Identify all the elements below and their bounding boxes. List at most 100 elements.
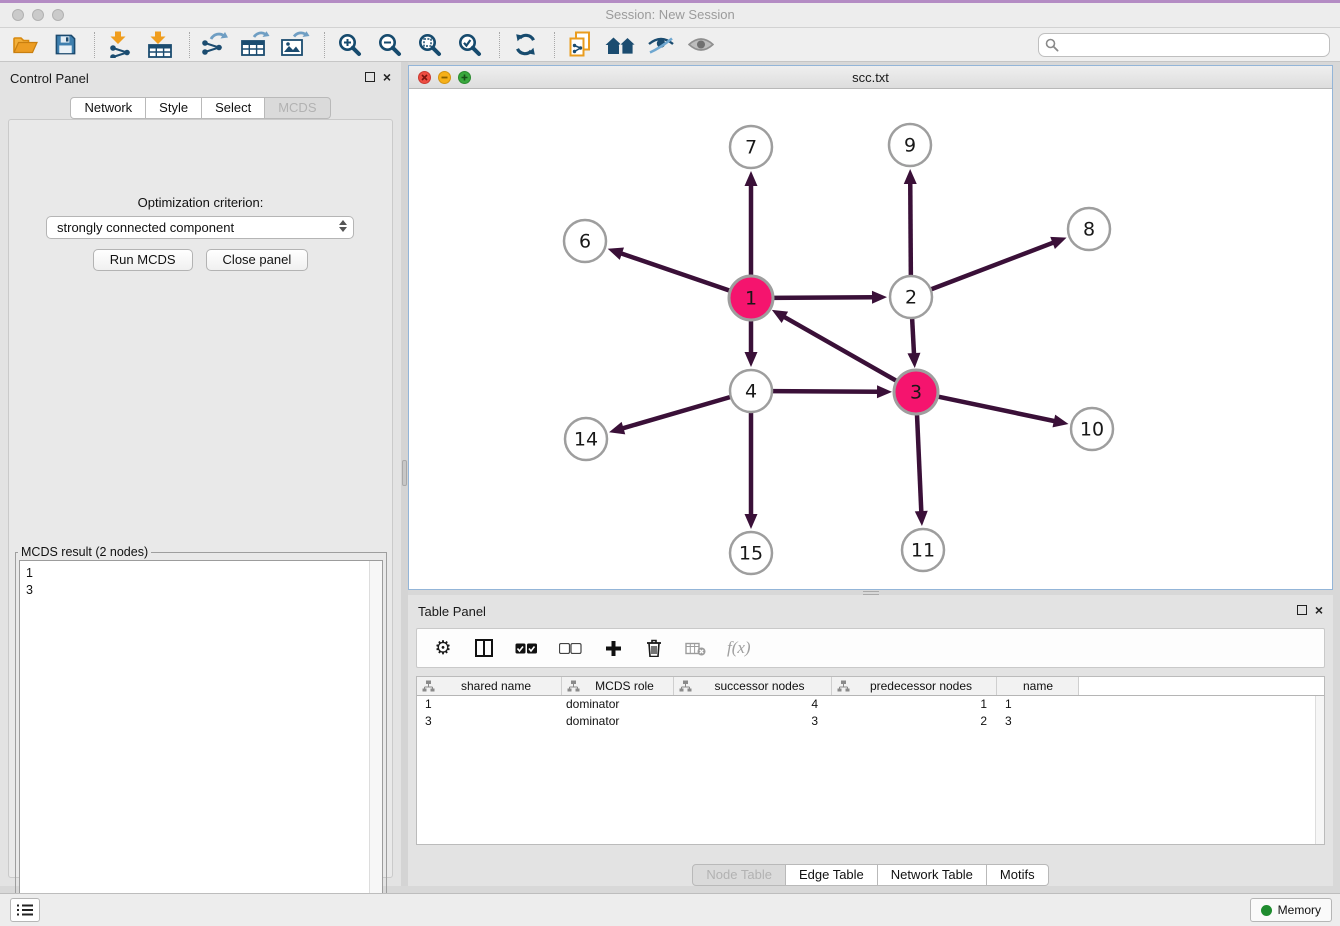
column-header-name[interactable]: name: [997, 677, 1079, 695]
memory-button[interactable]: Memory: [1250, 898, 1332, 922]
close-panel-icon[interactable]: ×: [1315, 605, 1323, 615]
function-builder-button[interactable]: f(x): [727, 636, 751, 660]
export-network-button[interactable]: [200, 30, 230, 60]
node-6[interactable]: 6: [564, 220, 606, 262]
edge-arrowhead: [907, 353, 920, 368]
gear-icon: ⚙: [434, 638, 451, 658]
float-panel-icon[interactable]: [1297, 605, 1307, 615]
node-7[interactable]: 7: [730, 126, 772, 168]
duplicate-network-button[interactable]: [565, 30, 595, 60]
panel-resize-handle[interactable]: [402, 460, 407, 486]
tab-node-table[interactable]: Node Table: [692, 864, 786, 886]
table-cell[interactable]: 1: [417, 696, 562, 713]
table-cell[interactable]: 1: [997, 696, 1079, 713]
delete-table-button[interactable]: [685, 636, 706, 660]
table-cell[interactable]: 1: [832, 696, 997, 713]
network-window-titlebar[interactable]: scc.txt: [409, 66, 1332, 89]
table-row[interactable]: 1dominator411: [417, 696, 1324, 713]
hide-selected-button[interactable]: [646, 30, 676, 60]
table-cell[interactable]: dominator: [562, 696, 674, 713]
criterion-dropdown[interactable]: strongly connected component: [46, 216, 354, 239]
create-column-button[interactable]: [603, 636, 623, 660]
first-neighbors-button[interactable]: [605, 30, 636, 60]
edge-3-11[interactable]: [917, 413, 921, 513]
edge-2-3[interactable]: [912, 318, 914, 355]
table-cell[interactable]: 4: [674, 696, 832, 713]
toolbar-separator: [499, 32, 500, 58]
zoom-selected-button[interactable]: [455, 30, 485, 60]
network-canvas[interactable]: 7 9 6 8 1 2 4 3 14 10 15 11: [409, 89, 1332, 589]
node-4[interactable]: 4: [730, 370, 772, 412]
export-table-button[interactable]: [240, 30, 270, 60]
column-namespace-icon: [567, 680, 580, 692]
table-cell[interactable]: dominator: [562, 713, 674, 730]
import-table-icon: [147, 31, 173, 58]
zoom-fit-button[interactable]: [415, 30, 445, 60]
svg-text:3: 3: [910, 382, 922, 404]
node-15[interactable]: 15: [730, 532, 772, 574]
close-panel-button[interactable]: Close panel: [206, 249, 309, 271]
table-cell[interactable]: 2: [832, 713, 997, 730]
fx-icon: f(x): [727, 638, 751, 658]
table-options-button[interactable]: ⚙: [433, 636, 453, 660]
tab-edge-table[interactable]: Edge Table: [786, 864, 878, 886]
export-image-button[interactable]: [280, 30, 310, 60]
status-bar: Memory: [0, 893, 1340, 926]
node-1[interactable]: 1: [729, 276, 773, 320]
edge-1-6[interactable]: [620, 253, 731, 291]
save-session-button[interactable]: [50, 30, 80, 60]
edge-arrowhead: [745, 514, 758, 529]
tab-select[interactable]: Select: [202, 97, 265, 119]
show-columns-button[interactable]: [474, 636, 494, 660]
run-mcds-button[interactable]: Run MCDS: [93, 249, 193, 271]
node-2[interactable]: 2: [890, 276, 932, 318]
tab-network[interactable]: Network: [70, 97, 146, 119]
table-cell[interactable]: 3: [674, 713, 832, 730]
edge-3-10[interactable]: [937, 396, 1056, 421]
close-panel-icon[interactable]: ×: [383, 72, 391, 82]
task-history-button[interactable]: [10, 898, 40, 922]
table-cell[interactable]: 3: [417, 713, 562, 730]
edge-arrowhead: [609, 422, 625, 434]
float-panel-icon[interactable]: [365, 72, 375, 82]
edge-3-1[interactable]: [783, 316, 898, 381]
table-cell[interactable]: 3: [997, 713, 1079, 730]
tab-network-table[interactable]: Network Table: [878, 864, 987, 886]
table-scrollbar[interactable]: [1315, 696, 1324, 844]
open-session-button[interactable]: [10, 30, 40, 60]
edge-2-9[interactable]: [910, 182, 911, 276]
select-all-button[interactable]: [515, 636, 538, 660]
edge-2-8[interactable]: [931, 242, 1055, 289]
column-header-successor-nodes[interactable]: successor nodes: [674, 677, 832, 695]
deselect-all-button[interactable]: [559, 636, 582, 660]
tab-mcds[interactable]: MCDS: [265, 97, 330, 119]
zoom-out-button[interactable]: [375, 30, 405, 60]
table-row[interactable]: 3dominator323: [417, 713, 1324, 730]
column-header-shared-name[interactable]: shared name: [417, 677, 562, 695]
zoom-in-button[interactable]: [335, 30, 365, 60]
edge-4-3[interactable]: [772, 391, 879, 392]
edge-1-2[interactable]: [772, 297, 874, 298]
zoom-out-icon: [377, 32, 403, 58]
result-scrollbar[interactable]: [369, 561, 382, 918]
refresh-icon: [513, 32, 538, 57]
show-all-button[interactable]: [686, 30, 716, 60]
search-input[interactable]: [1038, 33, 1330, 57]
edge-4-14[interactable]: [622, 397, 731, 429]
tab-style[interactable]: Style: [146, 97, 202, 119]
column-header-mcds-role[interactable]: MCDS role: [562, 677, 674, 695]
delete-columns-button[interactable]: [644, 636, 664, 660]
node-9[interactable]: 9: [889, 124, 931, 166]
import-network-button[interactable]: [105, 30, 135, 60]
node-14[interactable]: 14: [565, 418, 607, 460]
column-header-predecessor-nodes[interactable]: predecessor nodes: [832, 677, 997, 695]
tab-motifs[interactable]: Motifs: [987, 864, 1049, 886]
import-table-button[interactable]: [145, 30, 175, 60]
node-10[interactable]: 10: [1071, 408, 1113, 450]
node-11[interactable]: 11: [902, 529, 944, 571]
plus-icon: [605, 640, 622, 657]
refresh-view-button[interactable]: [510, 30, 540, 60]
node-8[interactable]: 8: [1068, 208, 1110, 250]
panel-divider: [401, 62, 408, 886]
node-3[interactable]: 3: [894, 370, 938, 414]
